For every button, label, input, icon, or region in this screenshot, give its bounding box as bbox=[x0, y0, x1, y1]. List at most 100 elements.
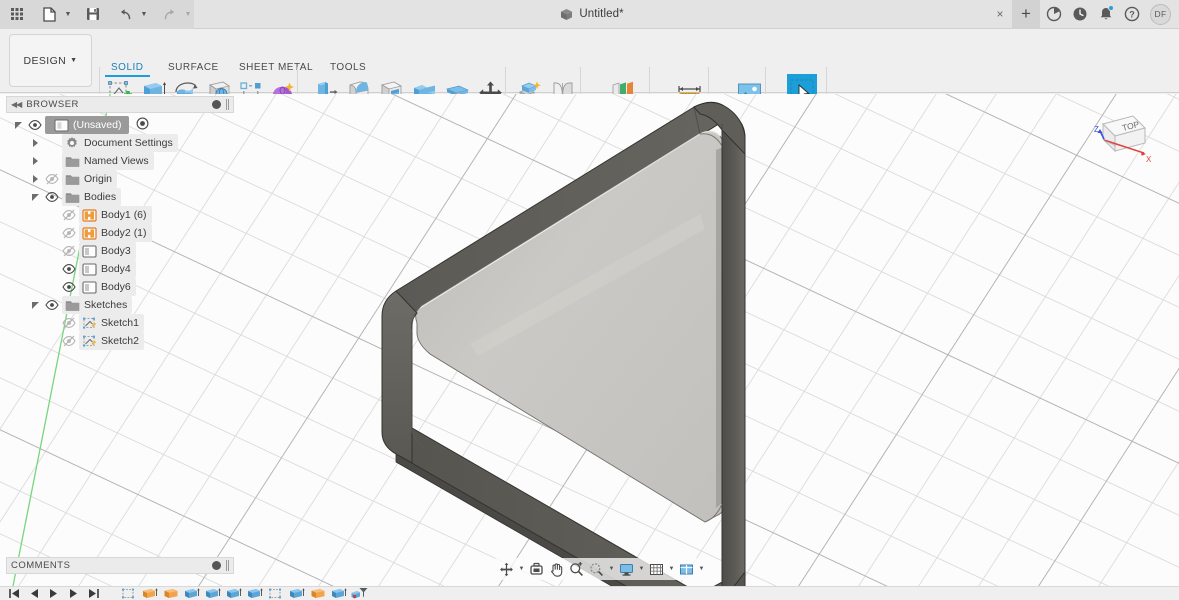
workspace-switcher[interactable]: DESIGN ▼ bbox=[9, 34, 92, 87]
save-icon[interactable] bbox=[80, 1, 106, 27]
view-cube[interactable]: TOP Z X bbox=[1073, 102, 1157, 184]
browser-resize-grip[interactable] bbox=[226, 99, 229, 110]
tree-node-body2-1[interactable]: Body2 (1) bbox=[6, 224, 234, 242]
undo-dropdown-caret[interactable]: ▼ bbox=[138, 1, 150, 27]
timeline-extrude-feature[interactable] bbox=[223, 587, 244, 600]
undo-icon[interactable] bbox=[112, 1, 138, 27]
expand-arrow-open-icon[interactable] bbox=[29, 188, 42, 206]
visibility-eye-icon[interactable] bbox=[62, 260, 76, 278]
visibility-eye-icon[interactable] bbox=[62, 224, 76, 242]
comments-options-icon[interactable] bbox=[212, 561, 221, 570]
collapse-icon[interactable]: ◀◀ bbox=[11, 100, 22, 109]
timeline-body-feature[interactable] bbox=[160, 587, 181, 600]
timeline-extrude-feature[interactable] bbox=[244, 587, 265, 600]
timeline-extrude-feature[interactable] bbox=[181, 587, 202, 600]
tab-surface[interactable]: SURFACE bbox=[168, 62, 219, 73]
display-dropdown-caret[interactable]: ▼ bbox=[637, 559, 646, 579]
tree-node-bodies[interactable]: Bodies bbox=[6, 188, 234, 206]
tree-node-named-views[interactable]: Named Views bbox=[6, 152, 234, 170]
file-dropdown-caret[interactable]: ▼ bbox=[62, 1, 74, 27]
visibility-eye-icon[interactable] bbox=[45, 296, 59, 314]
visibility-eye-icon[interactable] bbox=[62, 278, 76, 296]
user-avatar[interactable]: DF bbox=[1150, 3, 1171, 25]
document-tab[interactable]: Untitled* bbox=[194, 8, 990, 21]
close-tab-icon[interactable]: × bbox=[990, 0, 1010, 29]
pan-icon[interactable] bbox=[547, 559, 566, 579]
tree-node-body3[interactable]: Body3 bbox=[6, 242, 234, 260]
tree-node-text: (Unsaved) bbox=[73, 119, 122, 131]
visibility-eye-icon[interactable] bbox=[45, 188, 59, 206]
expand-arrow-closed-icon[interactable] bbox=[29, 152, 42, 170]
zoom-dropdown-caret[interactable]: ▼ bbox=[607, 559, 616, 579]
tree-node-text: Origin bbox=[84, 173, 113, 185]
visibility-eye-icon[interactable] bbox=[62, 206, 76, 224]
expand-arrow-open-icon[interactable] bbox=[29, 296, 42, 314]
expand-arrow-open-icon[interactable] bbox=[12, 116, 25, 134]
gear-icon bbox=[64, 135, 80, 151]
grid-dropdown-caret[interactable]: ▼ bbox=[667, 559, 676, 579]
extensions-icon[interactable] bbox=[1042, 2, 1066, 26]
app-grid-icon[interactable] bbox=[4, 1, 30, 27]
tree-node-origin[interactable]: Origin bbox=[6, 170, 234, 188]
zoom-window-icon[interactable] bbox=[567, 559, 586, 579]
browser-panel-header[interactable]: ◀◀ BROWSER bbox=[6, 96, 234, 113]
visibility-eye-icon[interactable] bbox=[45, 170, 59, 188]
active-component-radio[interactable] bbox=[136, 117, 149, 133]
tree-node-sketch1[interactable]: Sketch1 bbox=[6, 314, 234, 332]
orbit-dropdown-caret[interactable]: ▼ bbox=[517, 559, 526, 579]
timeline-extrude-feature[interactable] bbox=[286, 587, 307, 600]
timeline-sketch-feature[interactable] bbox=[265, 587, 286, 600]
timeline-sketch-feature[interactable] bbox=[118, 587, 139, 600]
timeline-extrude-feature[interactable] bbox=[139, 587, 160, 600]
job-status-icon[interactable] bbox=[1068, 2, 1092, 26]
folder-icon bbox=[64, 189, 80, 205]
tree-node-label: (Unsaved) bbox=[45, 116, 130, 134]
tree-node-body6[interactable]: Body6 bbox=[6, 278, 234, 296]
grid-snaps-icon[interactable] bbox=[647, 559, 666, 579]
redo-dropdown-caret[interactable]: ▼ bbox=[182, 1, 194, 27]
timeline-marker-feature[interactable] bbox=[349, 587, 370, 600]
visibility-eye-icon[interactable] bbox=[28, 116, 42, 134]
redo-icon[interactable] bbox=[156, 1, 182, 27]
tree-node-document-settings[interactable]: Document Settings bbox=[6, 134, 234, 152]
viewport-canvas[interactable]: TOP Z X ◀◀ BROWSER (Unsaved) Document Se… bbox=[0, 94, 1179, 586]
browser-options-icon[interactable] bbox=[212, 100, 221, 109]
comments-resize-grip[interactable] bbox=[226, 560, 229, 571]
file-icon[interactable] bbox=[36, 1, 62, 27]
body-gray-icon bbox=[81, 243, 97, 259]
tree-node-text: Document Settings bbox=[84, 137, 173, 149]
expand-arrow-closed-icon[interactable] bbox=[29, 170, 42, 188]
tree-node-sketches[interactable]: Sketches bbox=[6, 296, 234, 314]
tree-node-unsaved[interactable]: (Unsaved) bbox=[6, 116, 234, 134]
visibility-eye-icon bbox=[45, 134, 59, 152]
visibility-eye-icon[interactable] bbox=[62, 332, 76, 350]
expand-arrow-closed-icon[interactable] bbox=[29, 134, 42, 152]
timeline-play-icon[interactable] bbox=[44, 587, 64, 600]
timeline-step-back-icon[interactable] bbox=[24, 587, 44, 600]
timeline-extrude-feature[interactable] bbox=[328, 587, 349, 600]
tab-solid[interactable]: SOLID bbox=[105, 62, 149, 77]
display-settings-icon[interactable] bbox=[617, 559, 636, 579]
new-tab-button[interactable]: + bbox=[1012, 0, 1040, 29]
timeline-end-icon[interactable] bbox=[84, 587, 104, 600]
help-icon[interactable]: ? bbox=[1120, 2, 1144, 26]
comments-panel[interactable]: COMMENTS bbox=[6, 557, 234, 574]
pan-home-icon[interactable] bbox=[527, 559, 546, 579]
visibility-eye-icon[interactable] bbox=[62, 242, 76, 260]
tab-sheet-metal[interactable]: SHEET METAL bbox=[239, 62, 313, 73]
zoom-icon[interactable] bbox=[587, 559, 606, 579]
tree-node-body1-6[interactable]: Body1 (6) bbox=[6, 206, 234, 224]
viewports-dropdown-caret[interactable]: ▼ bbox=[697, 559, 706, 579]
timeline-extrude-feature[interactable] bbox=[202, 587, 223, 600]
timeline-begin-icon[interactable] bbox=[4, 587, 24, 600]
orbit-icon[interactable] bbox=[497, 559, 516, 579]
timeline-step-forward-icon[interactable] bbox=[64, 587, 84, 600]
tree-node-sketch2[interactable]: Sketch2 bbox=[6, 332, 234, 350]
tab-tools[interactable]: TOOLS bbox=[330, 62, 366, 73]
timeline-body-feature[interactable] bbox=[307, 587, 328, 600]
visibility-eye-icon[interactable] bbox=[62, 314, 76, 332]
notifications-icon[interactable] bbox=[1094, 2, 1118, 26]
tree-node-body4[interactable]: Body4 bbox=[6, 260, 234, 278]
viewports-icon[interactable] bbox=[677, 559, 696, 579]
